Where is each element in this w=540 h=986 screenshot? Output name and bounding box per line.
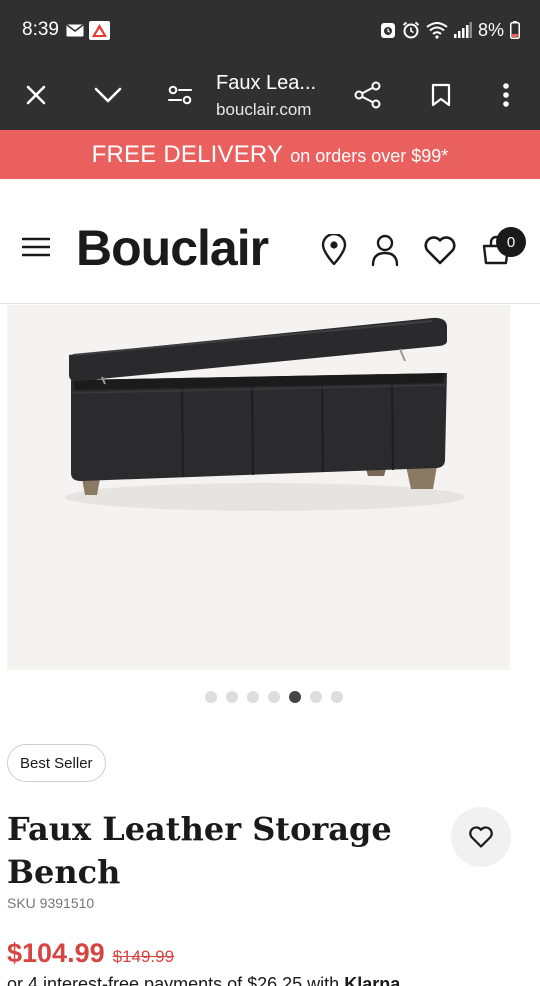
close-tab-button[interactable]: [12, 60, 60, 130]
cart-count-badge: 0: [496, 227, 526, 257]
bookmark-icon: [431, 83, 451, 107]
promo-subtext: on orders over $99*: [290, 145, 449, 166]
alert-icon: [89, 21, 110, 40]
signal-icon: [453, 22, 472, 38]
close-icon: [26, 85, 46, 105]
free-delivery-banner[interactable]: FREE DELIVERY on orders over $99*: [0, 130, 540, 179]
minimize-tab-button[interactable]: [84, 60, 132, 130]
installments-text: or 4 interest-free payments of $26.25 wi…: [7, 974, 340, 986]
carousel-dot[interactable]: [205, 691, 217, 703]
store-locator-icon[interactable]: [320, 234, 348, 266]
battery-percent: 8%: [477, 19, 504, 40]
site-header: Bouclair 0: [0, 179, 540, 304]
add-to-wishlist-button[interactable]: [451, 807, 511, 867]
status-time: 8:39: [22, 19, 59, 40]
page-domain: bouclair.com: [216, 100, 312, 119]
heart-icon: [469, 826, 493, 848]
chevron-down-icon: [94, 87, 122, 103]
more-options-button[interactable]: [482, 60, 530, 130]
promo-headline: FREE DELIVERY: [91, 140, 284, 168]
best-seller-badge: Best Seller: [7, 744, 106, 782]
share-button[interactable]: [344, 60, 392, 130]
page-settings-button[interactable]: [156, 60, 204, 130]
account-icon[interactable]: [370, 234, 400, 266]
page-settings-icon: [168, 85, 192, 105]
carousel-dot[interactable]: [331, 691, 343, 703]
storage-bench-photo: [65, 317, 465, 511]
share-icon: [354, 81, 381, 109]
product-image[interactable]: [7, 305, 510, 670]
page-title-area[interactable]: Faux Lea... bouclair.com: [216, 72, 346, 120]
bookmark-button[interactable]: [417, 60, 465, 130]
battery-icon: [510, 21, 520, 39]
carousel-dot[interactable]: [268, 691, 280, 703]
carousel-dot[interactable]: [247, 691, 259, 703]
carousel-dot[interactable]: [226, 691, 238, 703]
more-icon: [503, 83, 509, 107]
menu-icon[interactable]: [22, 237, 50, 257]
price-row: $104.99 $149.99: [7, 938, 174, 969]
carousel-dots: [0, 691, 540, 703]
status-bar: 8:39 8%: [0, 0, 540, 60]
alarm-icon: [380, 23, 395, 38]
status-icons: 8%: [380, 18, 520, 42]
page-title: Faux Lea...: [216, 72, 317, 94]
klarna-logo: Klarna.: [344, 974, 406, 986]
alarm-clock-icon: [402, 21, 420, 39]
carousel-dot[interactable]: [310, 691, 322, 703]
product-name: Faux Leather Storage Bench: [7, 810, 392, 891]
product-sku: SKU 9391510: [7, 895, 95, 911]
mail-icon: [66, 24, 84, 37]
brand-logo[interactable]: Bouclair: [76, 219, 269, 277]
klarna-installments[interactable]: or 4 interest-free payments of $26.25 wi…: [7, 974, 405, 986]
carousel-dot-active[interactable]: [289, 691, 301, 703]
wishlist-icon[interactable]: [423, 234, 457, 266]
sale-price: $104.99: [7, 938, 105, 968]
wifi-icon: [426, 22, 448, 39]
original-price: $149.99: [112, 947, 175, 966]
browser-toolbar: Faux Lea... bouclair.com: [0, 60, 540, 130]
